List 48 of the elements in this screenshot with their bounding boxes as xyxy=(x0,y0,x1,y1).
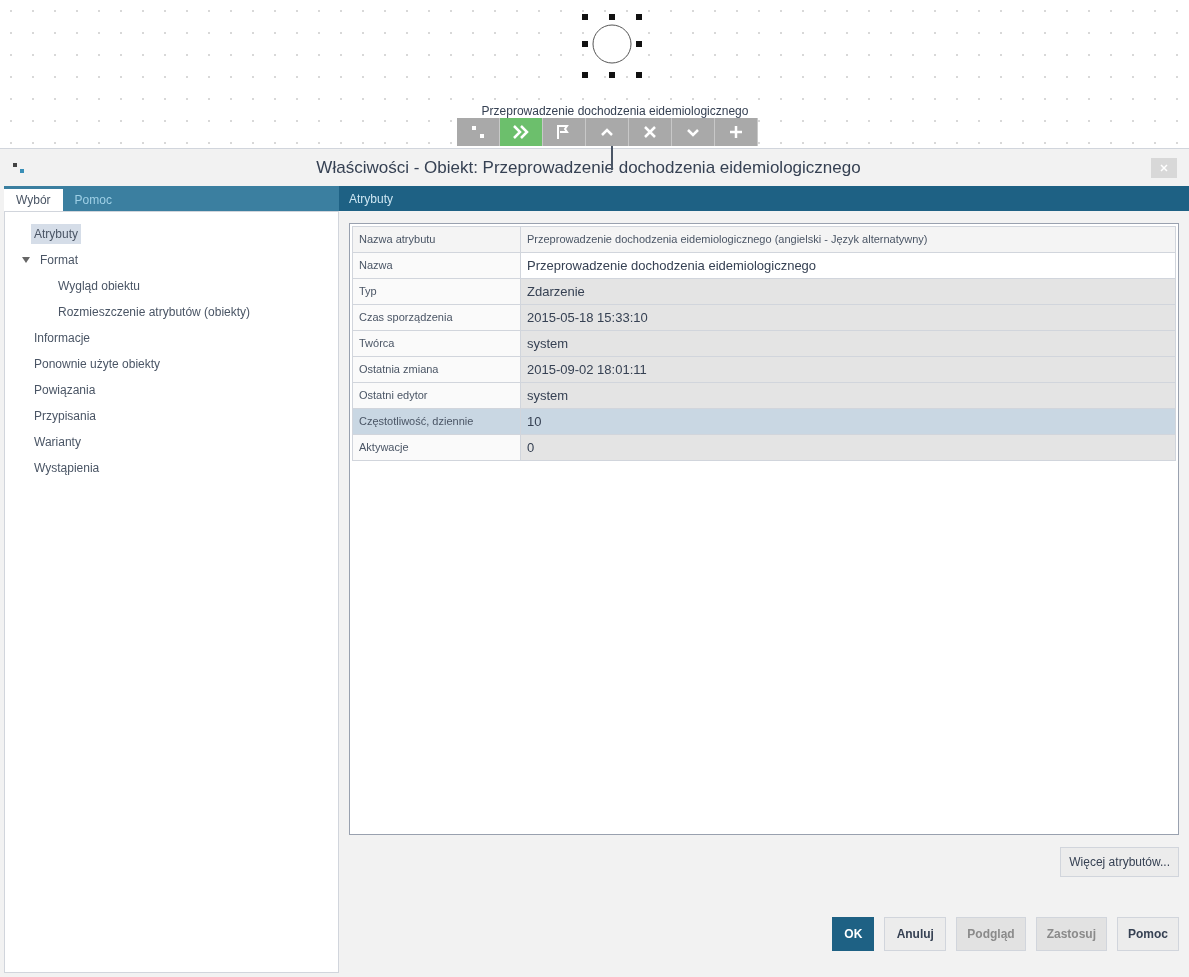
table-cell: Ostatni edytor xyxy=(353,383,521,409)
close-button[interactable] xyxy=(1151,157,1177,178)
more-attributes-button[interactable]: Więcej atrybutów... xyxy=(1060,847,1179,877)
table-cell: Aktywacje xyxy=(353,435,521,461)
window-title: Właściwości - Obiekt: Przeprowadzenie dochodzenia eidemiologicznego xyxy=(315,156,862,179)
toolbar-button[interactable] xyxy=(586,118,629,146)
tree-item[interactable]: Wystąpienia xyxy=(31,458,103,478)
table-cell: Twórca xyxy=(353,331,521,357)
app-icon xyxy=(12,161,26,174)
tree-item[interactable]: Informacje xyxy=(31,328,94,348)
toolbar-button[interactable] xyxy=(457,118,500,146)
toolbar-button[interactable] xyxy=(715,118,758,146)
tree-item[interactable]: Atrybuty xyxy=(31,224,81,244)
dialog-button[interactable]: Pomoc xyxy=(1117,917,1179,951)
table-cell: Częstotliwość, dziennie xyxy=(353,409,521,435)
table-cell: Ostatnia zmiana xyxy=(353,357,521,383)
column-header: Przeprowadzenie dochodzenia eidemiologicznego (angielski - Język alternatywny) xyxy=(521,227,1176,253)
table-cell[interactable]: 2015-09-02 18:01:11 xyxy=(521,357,1176,383)
table-cell[interactable]: Zdarzenie xyxy=(521,279,1176,305)
tree-item[interactable]: Ponownie użyte obiekty xyxy=(31,354,164,374)
tree-item[interactable]: Rozmieszczenie atrybutów (obiekty) xyxy=(55,302,254,322)
toolbar-button[interactable] xyxy=(543,118,586,146)
tree-item[interactable]: Przypisania xyxy=(31,406,100,426)
toolbar-button[interactable] xyxy=(672,118,715,146)
table-cell: Czas sporządzenia xyxy=(353,305,521,331)
dialog-button[interactable]: Anuluj xyxy=(884,917,947,951)
tree-item[interactable]: Warianty xyxy=(31,432,84,452)
tree-item[interactable]: Format xyxy=(37,250,81,270)
node-label: Przeprowadzenie dochodzenia eidemiologicznego xyxy=(480,103,750,120)
table-cell[interactable]: 10 xyxy=(521,409,1176,435)
column-header: Nazwa atrybutu xyxy=(353,227,521,253)
table-cell: Typ xyxy=(353,279,521,305)
table-cell[interactable]: Przeprowadzenie dochodzenia eidemiologicznego xyxy=(521,253,1176,279)
panel-title: Atrybuty xyxy=(349,190,393,208)
table-cell[interactable]: system xyxy=(521,331,1176,357)
close-icon xyxy=(1160,163,1168,172)
tree-item[interactable]: Powiązania xyxy=(31,380,99,400)
toolbar-button[interactable] xyxy=(500,118,543,146)
table-cell[interactable]: 0 xyxy=(521,435,1176,461)
table-cell[interactable]: 2015-05-18 15:33:10 xyxy=(521,305,1176,331)
dialog-button[interactable]: OK xyxy=(832,917,875,951)
table-cell: Nazwa xyxy=(353,253,521,279)
toolbar-button[interactable] xyxy=(629,118,672,146)
expand-arrow-icon[interactable] xyxy=(21,256,31,264)
tree-item[interactable]: Wygląd obiektu xyxy=(55,276,143,296)
tab[interactable]: Wybór xyxy=(4,189,63,211)
event-node[interactable] xyxy=(582,14,642,78)
table-cell[interactable]: system xyxy=(521,383,1176,409)
